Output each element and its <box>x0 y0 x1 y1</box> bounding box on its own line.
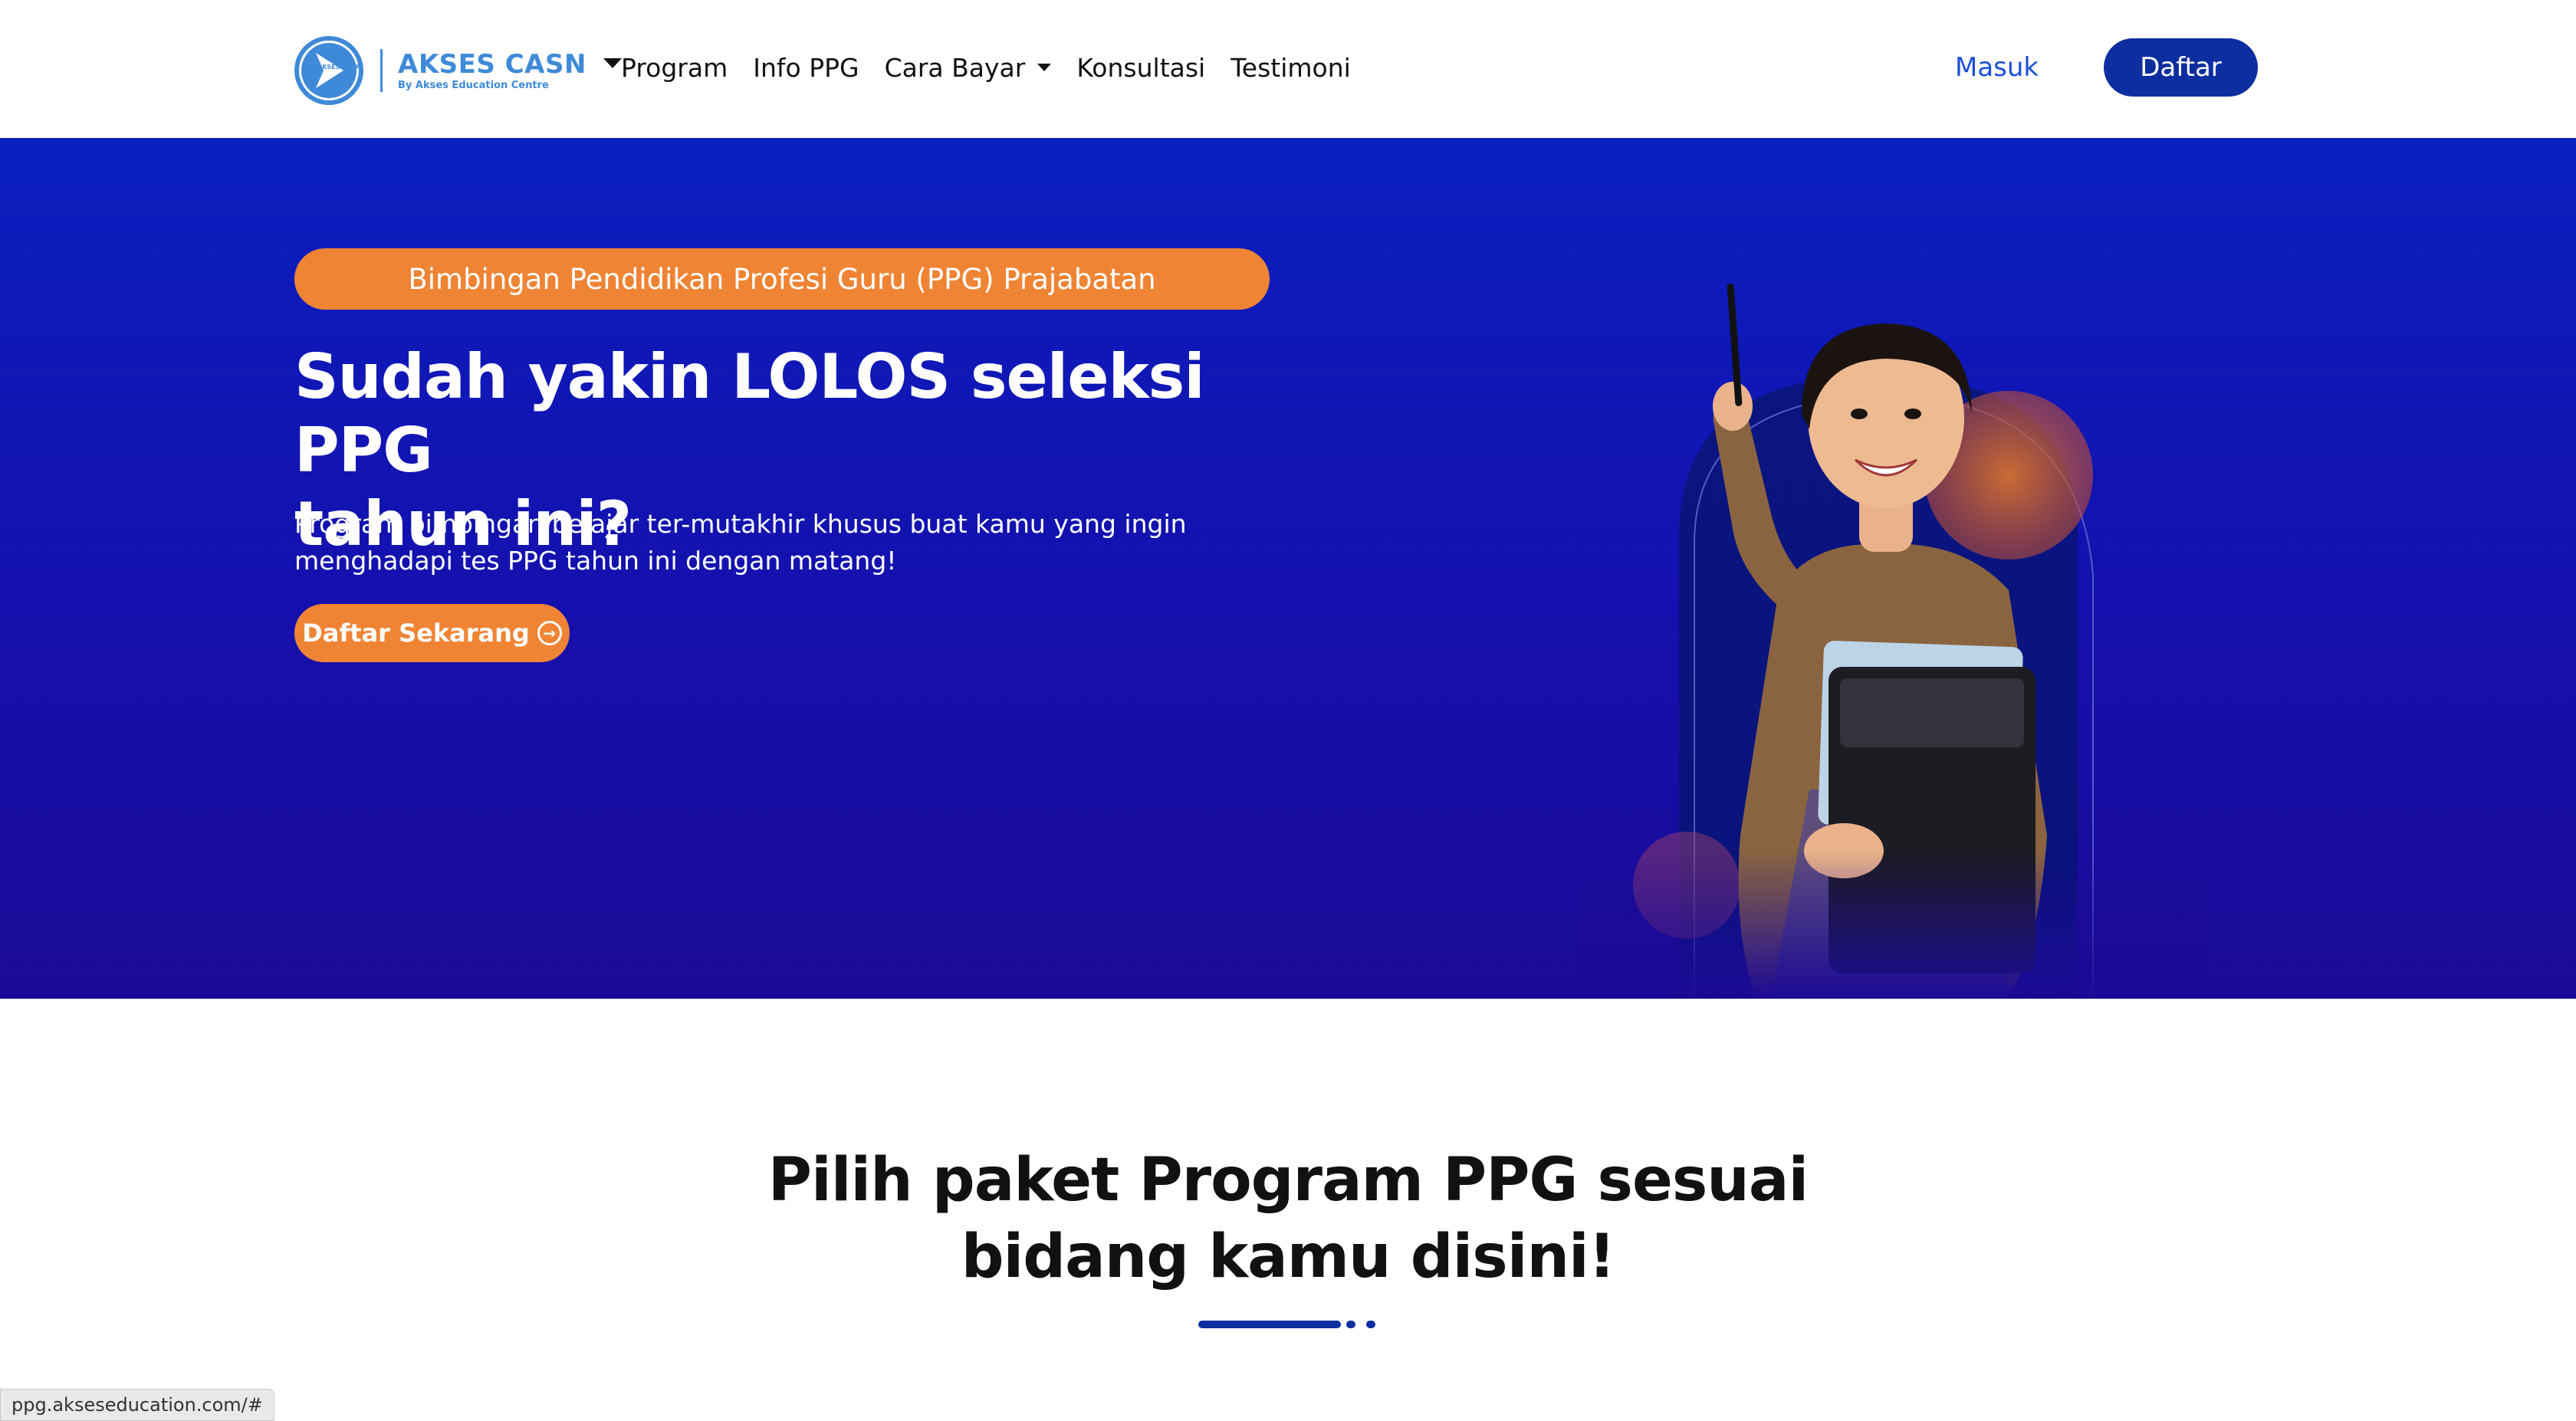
nav-item-label: Testimoni <box>1230 52 1351 83</box>
hero-description-line1: Program bimbingan belajar ter-mutakhir k… <box>294 509 1187 539</box>
hero-section: Bimbingan Pendidikan Profesi Guru (PPG) … <box>0 138 2576 999</box>
hero-badge: Bimbingan Pendidikan Profesi Guru (PPG) … <box>294 248 1270 310</box>
hero-description-line2: menghadapi tes PPG tahun ini dengan mata… <box>294 546 897 576</box>
teacher-illustration <box>1579 284 2208 999</box>
hero-description: Program bimbingan belajar ter-mutakhir k… <box>294 506 1260 579</box>
logo-mark-icon: AKSES CASN <box>294 36 363 105</box>
logo[interactable]: AKSES CASN AKSES CASN By Akses Education… <box>294 35 622 106</box>
logo-divider <box>380 49 383 92</box>
title-divider-dot <box>1346 1321 1355 1328</box>
chevron-down-icon <box>1037 64 1052 71</box>
register-now-button[interactable]: Daftar Sekarang → <box>294 604 570 662</box>
nav-item-cara-bayar[interactable]: Cara Bayar <box>885 53 1052 83</box>
nav-item-label: Program <box>621 52 728 83</box>
nav-item-info-ppg[interactable]: Info PPG <box>753 53 859 83</box>
main-nav: Program Info PPG Cara Bayar Konsultasi T… <box>621 49 1376 86</box>
logo-text: AKSES CASN By Akses Education Centre <box>398 49 586 92</box>
status-bar-url: ppg.akseseducation.com/# <box>0 1389 274 1421</box>
nav-item-label: Info PPG <box>753 52 859 83</box>
arrow-circle-right-icon: → <box>537 621 562 645</box>
chevron-down-icon[interactable] <box>603 57 622 68</box>
nav-item-konsultasi[interactable]: Konsultasi <box>1076 53 1205 83</box>
nav-item-testimoni[interactable]: Testimoni <box>1230 53 1351 83</box>
logo-subtitle: By Akses Education Centre <box>398 80 549 91</box>
register-now-label: Daftar Sekarang <box>302 619 530 648</box>
hero-title-line1: Sudah yakin LOLOS seleksi PPG <box>294 341 1205 486</box>
login-link[interactable]: Masuk <box>1955 49 2039 86</box>
register-button[interactable]: Daftar <box>2104 38 2258 97</box>
logo-title: AKSES CASN <box>398 49 586 80</box>
section-title-line1: Pilih paket Program PPG sesuai <box>767 1146 1809 1215</box>
section-title-line2: bidang kamu disini! <box>961 1222 1616 1291</box>
nav-item-program[interactable]: Program <box>621 53 728 83</box>
title-divider-dot <box>1366 1321 1375 1328</box>
nav-item-label: Konsultasi <box>1076 52 1206 83</box>
nav-item-label: Cara Bayar <box>884 52 1026 83</box>
section-title: Pilih paket Program PPG sesuai bidang ka… <box>675 1142 1901 1295</box>
navbar: AKSES CASN AKSES CASN By Akses Education… <box>0 0 2576 138</box>
logo-mark-text: AKSES CASN <box>317 64 359 71</box>
title-divider-line <box>1198 1321 1341 1328</box>
